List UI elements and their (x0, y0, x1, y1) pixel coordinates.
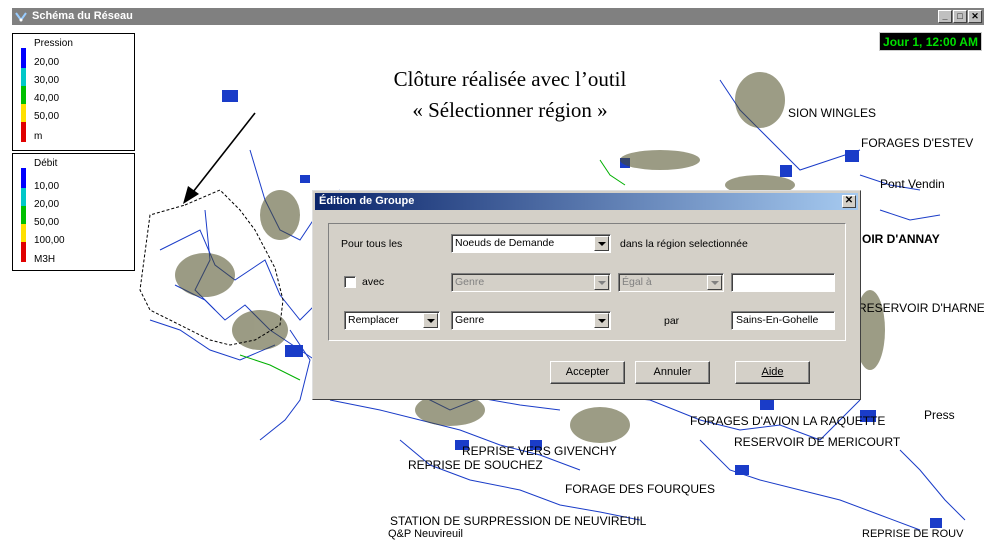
map-label: FORAGES D'ESTEV (861, 136, 974, 150)
network-app-icon (15, 12, 27, 22)
window-titlebar[interactable]: Schéma du Réseau _ □ ✕ (12, 8, 984, 25)
by-label: par (664, 315, 680, 327)
with-condition-checkbox[interactable] (344, 276, 356, 288)
map-label: RESERVOIR D'HARNES (858, 301, 984, 315)
pressure-legend[interactable]: Pression 20,00 30,00 40,00 50,00 m (12, 33, 135, 151)
group-edit-dialog: Édition de Groupe ✕ Pour tous les Noeuds… (312, 190, 861, 400)
replacement-value-input[interactable]: Sains-En-Gohelle (731, 311, 835, 330)
legend-unit: M3H (34, 254, 56, 265)
map-label: Q&P Neuvireuil (388, 528, 463, 540)
legend-title: Débit (34, 158, 58, 169)
legend-value: 50,00 (34, 217, 60, 228)
map-label: Pont Vendin (880, 177, 945, 191)
flow-legend[interactable]: Débit 10,00 20,00 50,00 100,00 M3H (12, 153, 135, 271)
action-select[interactable]: Remplacer (344, 311, 440, 330)
object-type-value: Noeuds de Demande (455, 237, 555, 249)
chevron-down-icon[interactable] (594, 236, 609, 251)
legend-value: 100,00 (34, 235, 65, 246)
window-title: Schéma du Réseau (32, 10, 133, 22)
minimize-button[interactable]: _ (938, 10, 952, 23)
legend-color-green (21, 206, 26, 224)
legend-color-cyan (21, 188, 26, 206)
dialog-title: Édition de Groupe (319, 195, 415, 207)
with-condition-label: avec (362, 276, 385, 288)
close-window-button[interactable]: ✕ (968, 10, 982, 23)
legend-color-green (21, 86, 26, 104)
cancel-button[interactable]: Annuler (635, 361, 710, 384)
help-button[interactable]: Aide (735, 361, 810, 384)
legend-unit: m (34, 131, 43, 142)
chevron-down-icon[interactable] (594, 313, 609, 328)
legend-value: 30,00 (34, 75, 60, 86)
legend-color-yellow (21, 104, 26, 122)
legend-color-blue (21, 168, 26, 188)
legend-value: 10,00 (34, 181, 60, 192)
legend-color-yellow (21, 224, 26, 242)
legend-value: 50,00 (34, 111, 60, 122)
map-label: RESERVOIR DE MERICOURT (734, 435, 901, 449)
map-label: FORAGE DES FOURQUES (565, 482, 716, 496)
dialog-close-button[interactable]: ✕ (842, 195, 856, 208)
maximize-button[interactable]: □ (953, 10, 967, 23)
replace-field-select[interactable]: Genre (451, 311, 611, 330)
legend-value: 20,00 (34, 57, 60, 68)
region-suffix-label: dans la région selectionnée (620, 238, 748, 250)
legend-value: 40,00 (34, 93, 60, 104)
legend-color-cyan (21, 68, 26, 86)
condition-operator-value: Égal à (622, 276, 652, 288)
action-value: Remplacer (348, 314, 399, 326)
simulation-time-display[interactable]: Jour 1, 12:00 AM (879, 32, 982, 51)
legend-color-red (21, 242, 26, 262)
map-label: OIR D'ANNAY (862, 232, 940, 246)
legend-color-red (21, 122, 26, 142)
condition-value-input[interactable] (731, 273, 835, 292)
condition-field-select[interactable]: Genre (451, 273, 611, 292)
legend-title: Pression (34, 38, 73, 49)
legend-value: 20,00 (34, 199, 60, 210)
map-label: SION WINGLES (788, 106, 877, 120)
annotation-line-1: Clôture réalisée avec l’outil (393, 67, 627, 91)
annotation-caption: Clôture réalisée avec l’outil « Sélectio… (300, 64, 720, 126)
dialog-group-box: Pour tous les Noeuds de Demande dans la … (328, 223, 846, 341)
network-map-window: Schéma du Réseau _ □ ✕ Q&P Neuvireuil ST… (0, 0, 984, 545)
condition-field-value: Genre (455, 276, 485, 288)
dialog-titlebar[interactable]: Édition de Groupe ✕ (315, 193, 858, 210)
replace-field-value: Genre (455, 314, 485, 326)
map-label: REPRISE VERS GIVENCHY (462, 444, 617, 458)
chevron-down-icon[interactable] (707, 275, 722, 290)
map-label: Press (924, 408, 955, 422)
accept-button[interactable]: Accepter (550, 361, 625, 384)
map-label: REPRISE DE ROUV (862, 528, 964, 540)
map-label: STATION DE SURPRESSION DE NEUVIREUIL (390, 514, 647, 528)
annotation-line-2: « Sélectionner région » (412, 98, 608, 122)
for-all-label: Pour tous les (341, 238, 403, 250)
object-type-select[interactable]: Noeuds de Demande (451, 234, 611, 253)
legend-color-blue (21, 48, 26, 68)
map-label: REPRISE DE SOUCHEZ (408, 458, 543, 472)
condition-operator-select[interactable]: Égal à (618, 273, 724, 292)
map-label: FORAGES D'AVION LA RAQUETTE (690, 414, 886, 428)
chevron-down-icon[interactable] (423, 313, 438, 328)
chevron-down-icon[interactable] (594, 275, 609, 290)
